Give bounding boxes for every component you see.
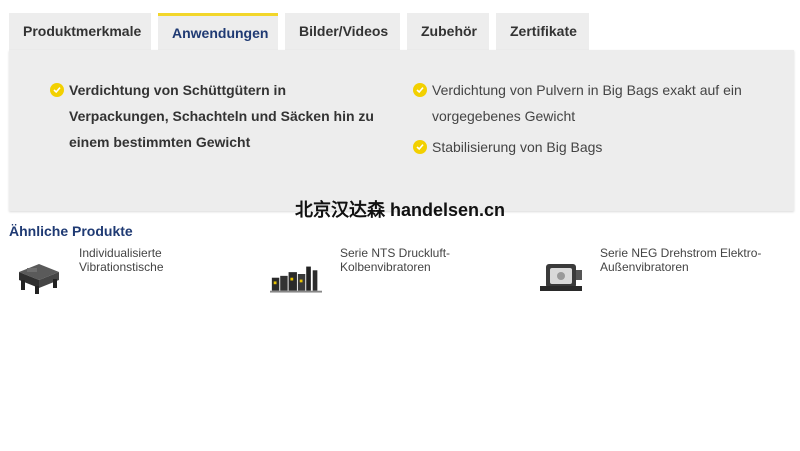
list-item: Verdichtung von Schüttgütern in Verpacku… <box>50 77 380 155</box>
check-circle-icon <box>413 83 427 97</box>
tab-produktmerkmale[interactable]: Produktmerkmale <box>9 13 151 50</box>
vibration-table-image <box>19 264 59 294</box>
applications-panel: Verdichtung von Schüttgütern in Verpacku… <box>9 50 794 211</box>
similar-product-neg-vibrators[interactable]: Serie NEG Drehstrom Elektro-Außenvibrato… <box>536 246 776 296</box>
list-item: Verdichtung von Pulvern in Big Bags exak… <box>413 77 773 129</box>
similar-product-nts-vibrators[interactable]: Serie NTS Druckluft-Kolbenvibratoren <box>270 246 490 296</box>
similar-product-vibration-tables[interactable]: Individualisierte Vibrationstische <box>13 246 233 296</box>
product-name: Individualisierte Vibrationstische <box>79 246 164 274</box>
tab-zertifikate[interactable]: Zertifikate <box>496 13 589 50</box>
check-circle-icon <box>413 140 427 154</box>
tab-zubehoer[interactable]: Zubehör <box>407 13 489 50</box>
tab-bilder-videos[interactable]: Bilder/Videos <box>285 13 400 50</box>
application-text: Verdichtung von Schüttgütern in Verpacku… <box>69 82 374 150</box>
applications-list-left: Verdichtung von Schüttgütern in Verpacku… <box>50 77 380 160</box>
application-text: Verdichtung von Pulvern in Big Bags exak… <box>432 82 742 124</box>
tab-anwendungen[interactable]: Anwendungen <box>158 13 278 50</box>
product-name: Serie NEG Drehstrom Elektro-Außenvibrato… <box>600 246 762 274</box>
watermark: 北京汉达森 handelsen.cn <box>294 200 506 220</box>
applications-list-right: Verdichtung von Pulvern in Big Bags exak… <box>413 77 773 165</box>
electric-vibrator-image <box>540 264 582 291</box>
application-text: Stabilisierung von Big Bags <box>432 139 603 155</box>
similar-products-heading: Ähnliche Produkte <box>9 223 133 239</box>
piston-vibrators-image <box>270 266 322 293</box>
list-item: Stabilisierung von Big Bags <box>413 134 773 160</box>
tab-bar: Produktmerkmale Anwendungen Bilder/Video… <box>9 13 596 50</box>
product-name: Serie NTS Druckluft-Kolbenvibratoren <box>340 246 451 274</box>
check-circle-icon <box>50 83 64 97</box>
